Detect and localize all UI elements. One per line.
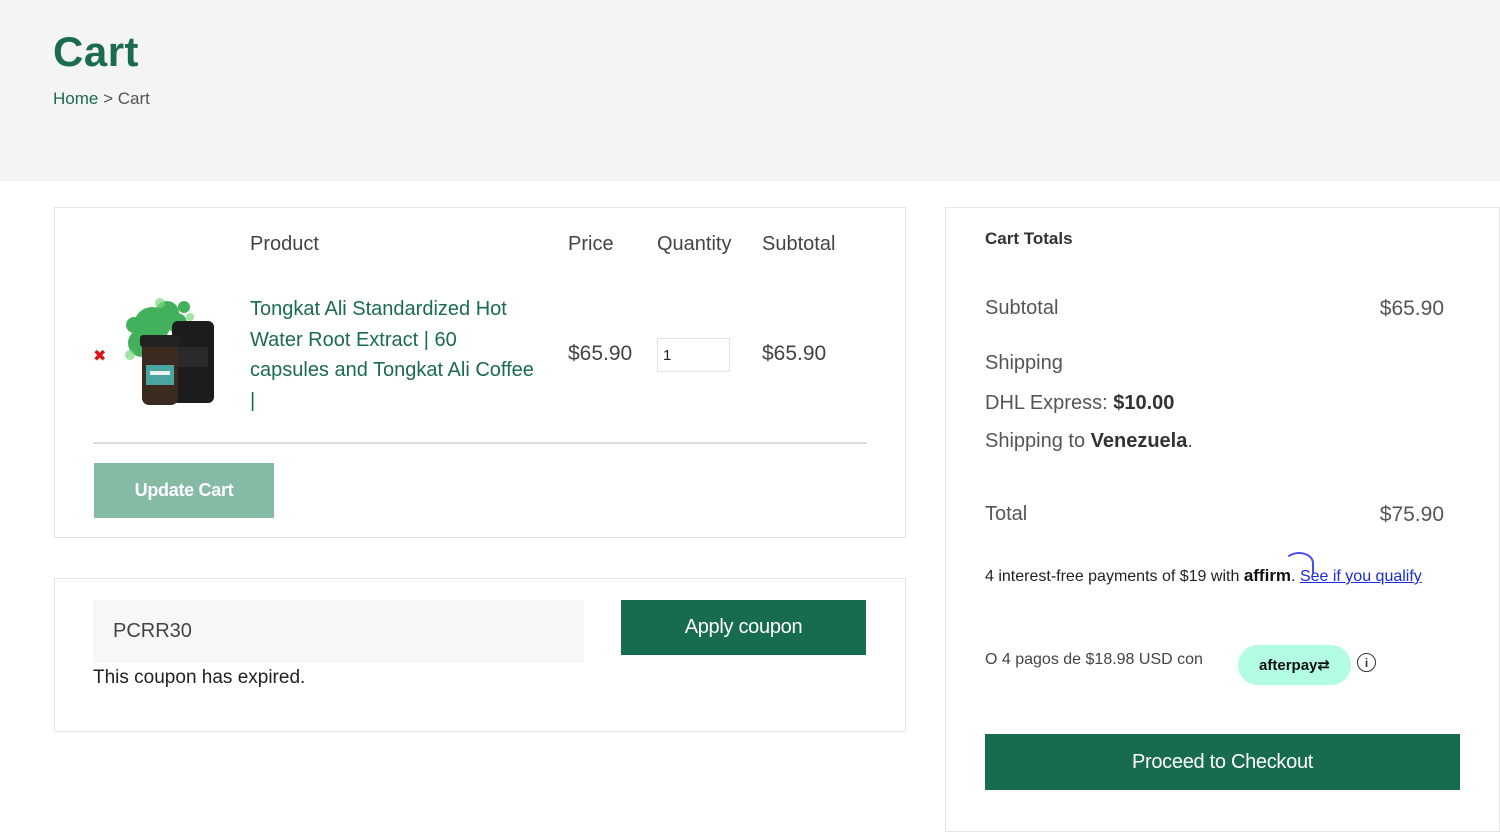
shipping-cost: $10.00 (1113, 392, 1175, 414)
product-name-link[interactable]: Tongkat Ali Standardized Hot Water Root … (250, 294, 540, 416)
subtotal-label: Subtotal (985, 297, 1059, 319)
update-cart-button[interactable]: Update Cart (94, 463, 274, 518)
afterpay-logo-badge[interactable]: afterpay⇄ (1238, 645, 1351, 685)
shipping-method-name: DHL Express: (985, 392, 1108, 414)
affirm-logo: affirm (1244, 552, 1314, 585)
column-header-quantity: Quantity (657, 233, 732, 255)
shipping-country: Venezuela (1090, 430, 1188, 452)
shipping-method: DHL Express: $10.00 (985, 392, 1174, 415)
remove-item-icon[interactable]: ✖ (93, 346, 106, 366)
apply-coupon-button[interactable]: Apply coupon (621, 600, 866, 655)
page-title: Cart (53, 28, 140, 75)
page-header: Cart Home > Cart (0, 0, 1500, 181)
shipping-destination: Shipping to Venezuela. (985, 430, 1193, 452)
breadcrumb: Home > Cart (53, 89, 150, 109)
cart-totals-title: Cart Totals (985, 229, 1073, 248)
item-price: $65.90 (568, 342, 633, 365)
total-value: $75.90 (1379, 503, 1444, 526)
info-icon[interactable]: i (1357, 653, 1376, 672)
subtotal-value: $65.90 (1379, 297, 1444, 320)
proceed-to-checkout-button[interactable]: Proceed to Checkout (985, 734, 1460, 790)
quantity-input[interactable] (657, 338, 730, 372)
item-subtotal: $65.90 (762, 342, 827, 365)
column-header-price: Price (568, 233, 614, 255)
breadcrumb-current: Cart (117, 89, 150, 108)
column-header-product: Product (250, 233, 319, 255)
column-header-subtotal: Subtotal (762, 233, 836, 255)
afterpay-text: O 4 pagos de $18.98 USD con (985, 651, 1203, 668)
breadcrumb-separator: > (98, 89, 118, 108)
affirm-message: 4 interest-free payments of $19 with aff… (985, 552, 1445, 589)
shipping-to-label: Shipping to (985, 430, 1086, 452)
coupon-message: This coupon has expired. (93, 667, 306, 688)
shipping-label: Shipping (985, 352, 1063, 374)
affirm-text: 4 interest-free payments of $19 with (985, 568, 1240, 585)
affirm-qualify-link[interactable]: See if you qualify (1300, 568, 1422, 585)
product-thumbnail[interactable] (122, 295, 222, 411)
total-label: Total (985, 503, 1028, 525)
breadcrumb-home-link[interactable]: Home (53, 89, 98, 108)
coupon-code-input[interactable] (93, 600, 584, 663)
cart-divider (93, 442, 867, 444)
